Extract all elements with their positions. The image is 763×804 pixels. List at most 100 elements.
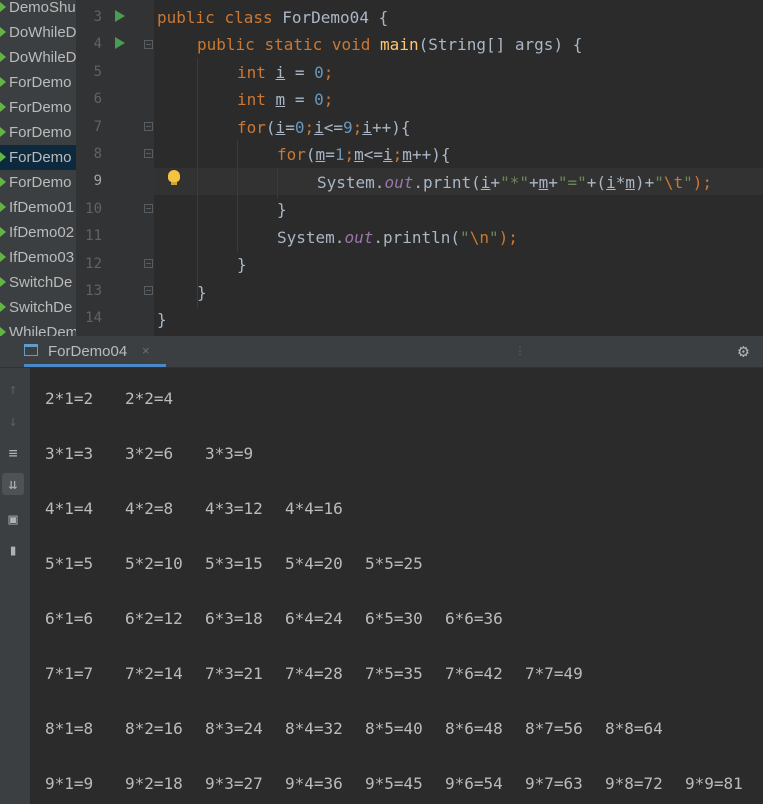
- line-number[interactable]: 14: [76, 310, 102, 326]
- run-main-icon[interactable]: [115, 37, 125, 49]
- console-entry: 9*1=9: [45, 774, 94, 793]
- line-number[interactable]: 13: [76, 283, 102, 299]
- keyword: public: [197, 35, 255, 54]
- line-number[interactable]: 3: [76, 9, 102, 25]
- project-file-item[interactable]: IfDemo02: [0, 220, 76, 245]
- project-file-item[interactable]: WhileDem: [0, 320, 76, 336]
- variable: i: [275, 63, 286, 82]
- console-entry: 6*5=30: [365, 609, 423, 628]
- console-entry: 7*4=28: [285, 664, 343, 683]
- line-number[interactable]: 4: [76, 36, 102, 52]
- class-name: ForDemo04: [282, 8, 369, 27]
- console-entry: 7*2=14: [125, 664, 183, 683]
- console-entry: 5*2=10: [125, 554, 183, 573]
- code-line-11[interactable]: System.out.println("\n");: [277, 228, 518, 247]
- line-number[interactable]: 7: [76, 119, 102, 135]
- code-text: (String[] args) {: [418, 35, 583, 54]
- intention-bulb-icon[interactable]: [168, 170, 180, 185]
- project-file-label: WhileDem: [9, 324, 76, 336]
- scroll-to-end-icon[interactable]: ⇊: [2, 473, 24, 495]
- run-tab-label: ForDemo04: [48, 343, 128, 360]
- operator: +: [528, 173, 539, 192]
- code-line-13[interactable]: }: [197, 283, 207, 302]
- keyword: void: [331, 35, 371, 54]
- console-output[interactable]: 2*1=2 2*2=4 3*1=3 3*2=6 3*3=9 4*1=4 4*2=8 4*3=1…: [30, 368, 763, 804]
- console-entry: 3*2=6: [125, 444, 174, 463]
- project-file-item[interactable]: SwitchDe: [0, 295, 76, 320]
- line-number[interactable]: 11: [76, 228, 102, 244]
- project-file-item[interactable]: IfDemo01: [0, 195, 76, 220]
- code-line-3[interactable]: public class ForDemo04 {: [157, 8, 388, 27]
- number: 0: [314, 63, 324, 82]
- console-entry: 5*4=20: [285, 554, 343, 573]
- soft-wrap-icon[interactable]: ≡: [2, 442, 24, 464]
- project-file-item[interactable]: DoWhileD: [0, 45, 76, 70]
- project-file-item[interactable]: DoWhileD: [0, 20, 76, 45]
- fold-marker-icon[interactable]: [144, 286, 153, 295]
- class-ref: System.: [317, 173, 385, 192]
- console-entry: 5*5=25: [365, 554, 423, 573]
- code-line-8[interactable]: for(m=1;m<=i;m++){: [277, 145, 450, 164]
- arrow-up-icon[interactable]: ↑: [2, 378, 24, 400]
- string: "=": [557, 173, 587, 192]
- line-number[interactable]: 5: [76, 64, 102, 80]
- fold-marker-icon[interactable]: [144, 40, 153, 49]
- brace: }: [237, 255, 247, 274]
- trash-icon[interactable]: ▮: [2, 539, 24, 561]
- console-entry: 4*3=12: [205, 499, 263, 518]
- static-field: out: [344, 228, 374, 247]
- escape-sequence: \t: [663, 173, 684, 192]
- operator: <=: [323, 118, 344, 137]
- editor-area: DemoShu DoWhileD DoWhileD ForDemo ForDemo For…: [0, 0, 763, 336]
- string: ": [654, 173, 664, 192]
- code-line-14[interactable]: }: [157, 310, 167, 329]
- class-ref: System.: [277, 228, 345, 247]
- console-entry: 4*1=4: [45, 499, 94, 518]
- project-file-label: DoWhileD: [9, 49, 76, 66]
- project-file-item[interactable]: SwitchDe: [0, 270, 76, 295]
- line-number[interactable]: 12: [76, 256, 102, 272]
- drag-handle-icon[interactable]: ⋮: [515, 346, 525, 357]
- console-entry: 6*6=36: [445, 609, 503, 628]
- string: ": [460, 228, 470, 247]
- method-call: .println(: [373, 228, 461, 247]
- project-file-label: ForDemo: [9, 74, 72, 91]
- project-file-item[interactable]: ForDemo: [0, 120, 76, 145]
- console-entry: 5*3=15: [205, 554, 263, 573]
- close-icon[interactable]: ×: [142, 343, 150, 358]
- operator: =: [285, 63, 315, 82]
- code-line-7[interactable]: for(i=0;i<=9;i++){: [237, 118, 410, 137]
- console-entry: 9*4=36: [285, 774, 343, 793]
- project-file-item[interactable]: ForDemo: [0, 145, 76, 170]
- code-line-4[interactable]: public static void main(String[] args) {: [197, 35, 582, 54]
- project-file-item[interactable]: ForDemo: [0, 70, 76, 95]
- fold-marker-icon[interactable]: [144, 149, 153, 158]
- print-icon[interactable]: ▣: [2, 508, 24, 530]
- run-class-icon[interactable]: [115, 10, 125, 22]
- code-line-5[interactable]: int i = 0;: [237, 63, 333, 82]
- fold-marker-icon[interactable]: [144, 204, 153, 213]
- fold-marker-icon[interactable]: [144, 122, 153, 131]
- line-number[interactable]: 8: [76, 146, 102, 162]
- semicolon: ;: [323, 90, 334, 109]
- code-line-9[interactable]: System.out.print(i+"*"+m+"="+(i*m)+"\t")…: [317, 173, 712, 192]
- code-line-12[interactable]: }: [237, 255, 247, 274]
- gear-icon[interactable]: ⚙: [738, 341, 749, 362]
- project-file-item[interactable]: IfDemo03: [0, 245, 76, 270]
- arrow-down-icon[interactable]: ↓: [2, 410, 24, 432]
- operator: <=: [363, 145, 384, 164]
- project-file-item[interactable]: ForDemo: [0, 170, 76, 195]
- variable: m: [625, 173, 635, 192]
- console-entry: 7*7=49: [525, 664, 583, 683]
- project-file-label: IfDemo02: [9, 224, 75, 241]
- code-line-6[interactable]: int m = 0;: [237, 90, 333, 109]
- java-class-icon: [0, 77, 6, 87]
- code-line-10[interactable]: }: [277, 200, 287, 219]
- line-number[interactable]: 10: [76, 201, 102, 217]
- line-number[interactable]: 6: [76, 91, 102, 107]
- project-file-item[interactable]: ForDemo: [0, 95, 76, 120]
- fold-marker-icon[interactable]: [144, 259, 153, 268]
- keyword: for: [277, 145, 306, 164]
- project-file-item[interactable]: DemoShu: [0, 0, 76, 20]
- line-number[interactable]: 9: [76, 173, 102, 189]
